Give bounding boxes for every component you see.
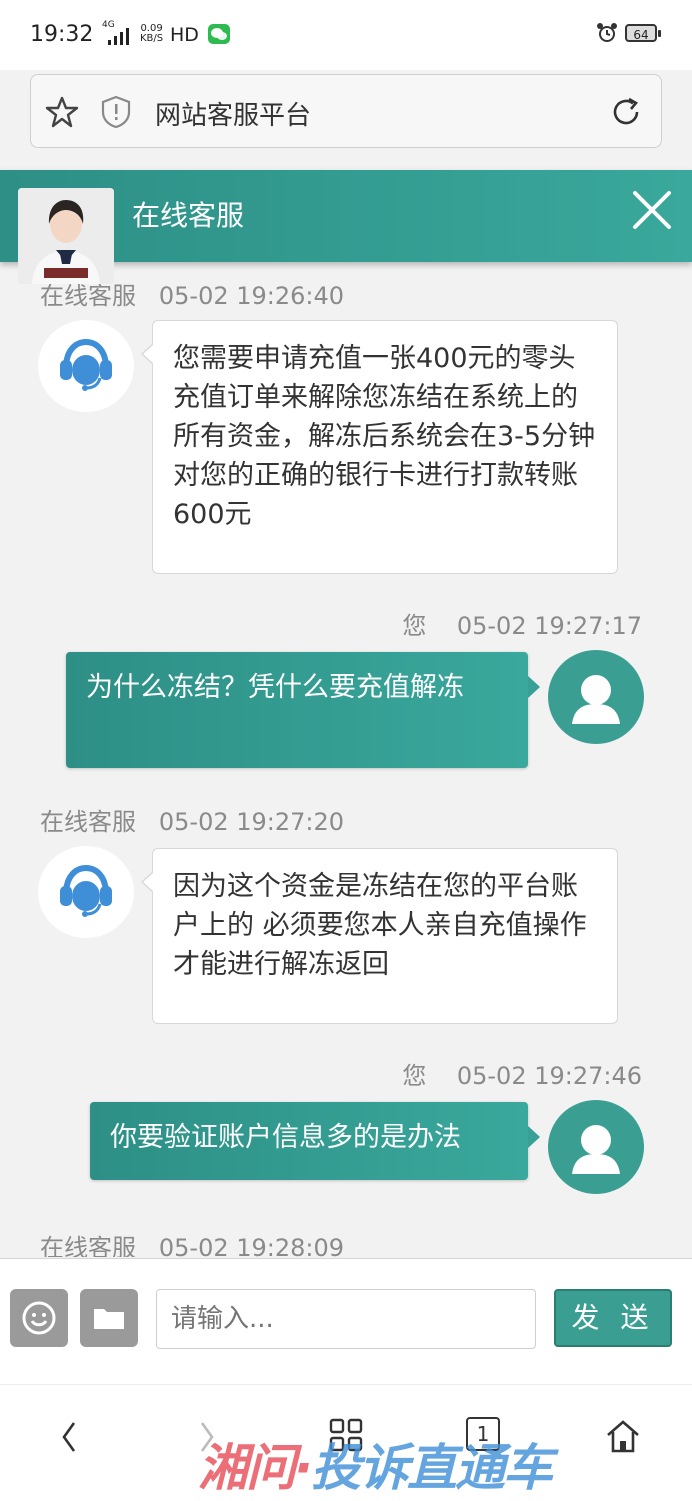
message-meta: 在线客服 05-02 19:28:09 <box>40 1228 344 1257</box>
watermark-text-1: 湘问· <box>198 1439 313 1497</box>
agent-message: 您需要申请充值一张400元的零头充值订单来解除您冻结在系统上的所有资金，解冻后系… <box>141 320 618 574</box>
message-meta: 您 05-02 19:27:46 <box>402 1056 642 1091</box>
message-time: 05-02 19:27:46 <box>456 1062 642 1090</box>
close-icon[interactable] <box>630 188 674 236</box>
user-avatar-icon <box>548 1100 644 1194</box>
shield-icon[interactable] <box>101 95 131 133</box>
reload-icon[interactable] <box>609 95 643 133</box>
message-time: 05-02 19:27:20 <box>158 808 345 836</box>
status-time: 19:32 <box>30 22 94 47</box>
watermark-text-2: 投诉直通车 <box>311 1439 553 1497</box>
back-icon[interactable] <box>56 1417 82 1461</box>
message-meta: 在线客服 05-02 19:27:20 <box>40 802 344 837</box>
wechat-icon <box>208 24 230 44</box>
message-time: 05-02 19:27:17 <box>456 612 642 640</box>
sender-name: 在线客服 <box>40 808 136 836</box>
network-speed: 0.09 KB/S <box>140 24 163 44</box>
user-avatar-icon <box>548 650 644 744</box>
chat-header: 在线客服 <box>0 170 692 284</box>
user-message: 为什么冻结？凭什么要充值解冻 <box>66 652 540 768</box>
message-time: 05-02 19:28:09 <box>158 1234 345 1257</box>
sender-name: 您 <box>402 612 427 640</box>
folder-button[interactable] <box>80 1289 138 1347</box>
sender-name: 在线客服 <box>40 282 136 310</box>
chat-messages[interactable]: 在线客服 05-02 19:26:40 您需要申请充值一张400元的零头充值订单… <box>0 262 692 1257</box>
send-button[interactable]: 发 送 <box>554 1289 672 1347</box>
chat-input-bar: 发 送 <box>0 1258 692 1385</box>
headset-icon <box>38 320 134 412</box>
user-message: 你要验证账户信息多的是办法 <box>90 1102 540 1180</box>
home-icon[interactable] <box>604 1417 642 1459</box>
battery-indicator: 64 <box>625 24 661 42</box>
message-meta: 您 05-02 19:27:17 <box>402 606 642 641</box>
star-icon[interactable] <box>45 95 79 133</box>
hd-indicator: HD <box>170 24 199 46</box>
chat-title: 在线客服 <box>132 199 245 232</box>
speed-unit: KB/S <box>140 33 164 44</box>
sender-name: 在线客服 <box>40 1234 136 1257</box>
page-title[interactable]: 网站客服平台 <box>155 95 311 132</box>
message-input[interactable] <box>156 1289 536 1349</box>
status-bar: 19:32 4G 0.09 KB/S HD 64 <box>0 0 692 70</box>
service-agent-avatar <box>18 188 114 284</box>
headset-icon <box>38 846 134 938</box>
emoji-button[interactable] <box>10 1289 68 1347</box>
watermark-logo: 湘问·投诉直通车 <box>198 1428 553 1500</box>
sender-name: 您 <box>402 1062 427 1090</box>
message-time: 05-02 19:26:40 <box>158 282 345 310</box>
agent-message: 因为这个资金是冻结在您的平台账户上的 必须要您本人亲自充值操作才能进行解冻返回 <box>141 848 618 1024</box>
alarm-icon <box>596 22 618 44</box>
address-bar[interactable]: 网站客服平台 <box>30 74 662 148</box>
